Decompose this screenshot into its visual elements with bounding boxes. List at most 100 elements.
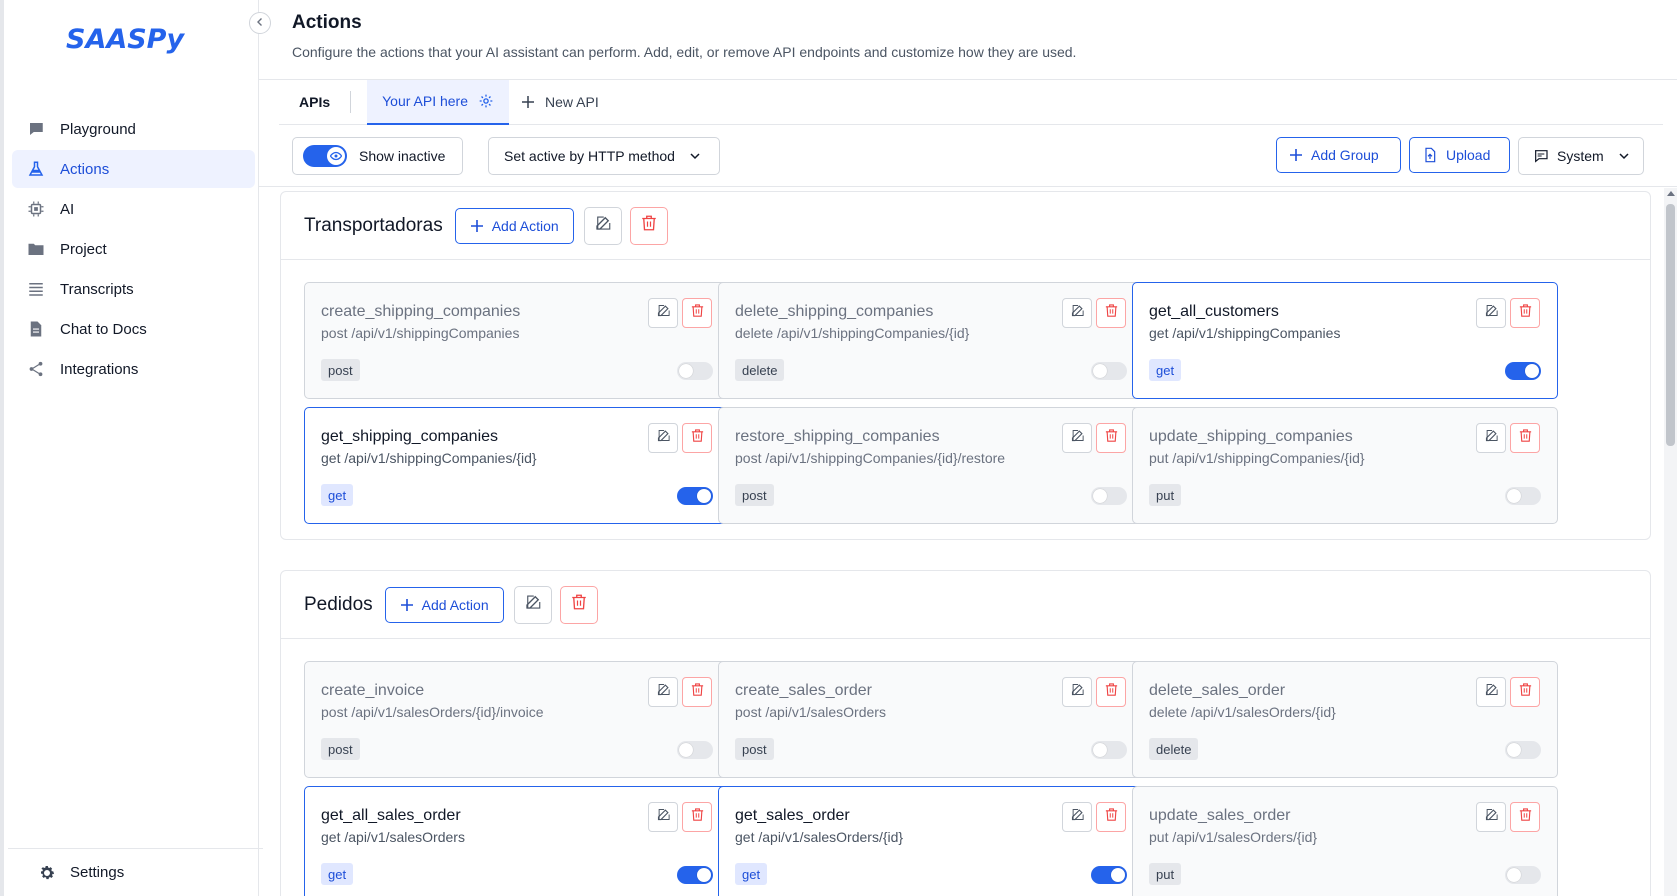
delete-action-button[interactable] [682, 802, 712, 832]
add-group-button[interactable]: Add Group [1276, 137, 1401, 173]
action-card[interactable]: get_shipping_companies get /api/v1/shipp… [304, 407, 730, 524]
delete-action-button[interactable] [1096, 298, 1126, 328]
http-method-badge: get [1149, 359, 1182, 381]
sidebar-item-project[interactable]: Project [12, 230, 255, 268]
delete-group-button[interactable] [629, 206, 668, 245]
http-method-badge: get [321, 863, 354, 885]
sidebar-item-transcripts[interactable]: Transcripts [12, 270, 255, 308]
add-action-button[interactable]: Add Action [384, 586, 504, 623]
action-active-toggle[interactable] [1505, 487, 1541, 505]
sidebar-item-integrations[interactable]: Integrations [12, 350, 255, 388]
list-icon [26, 279, 46, 299]
delete-action-button[interactable] [1096, 802, 1126, 832]
sidebar-item-actions[interactable]: Actions [12, 150, 255, 188]
trash-icon [640, 214, 658, 237]
scrollbar[interactable] [1664, 188, 1677, 896]
action-card[interactable]: restore_shipping_companies post /api/v1/… [718, 407, 1144, 524]
pencil-icon [1484, 303, 1499, 323]
tab-your-api[interactable]: Your API here [367, 79, 510, 125]
delete-action-button[interactable] [1510, 298, 1540, 328]
action-active-toggle[interactable] [677, 866, 713, 884]
edit-action-button[interactable] [648, 298, 678, 328]
set-active-dropdown[interactable]: Set active by HTTP method [488, 137, 720, 175]
edit-group-button[interactable] [513, 585, 552, 624]
toggle-knob [1525, 364, 1539, 378]
delete-group-button[interactable] [559, 585, 598, 624]
file-upload-icon [1422, 147, 1438, 163]
sidebar-item-chat-to-docs[interactable]: Chat to Docs [12, 310, 255, 348]
action-card[interactable]: delete_sales_order delete /api/v1/salesO… [1132, 661, 1558, 778]
edit-action-button[interactable] [1062, 677, 1092, 707]
action-active-toggle[interactable] [677, 741, 713, 759]
edit-action-button[interactable] [648, 677, 678, 707]
action-active-toggle[interactable] [1505, 362, 1541, 380]
action-card[interactable]: get_sales_order get /api/v1/salesOrders/… [718, 786, 1144, 896]
edit-action-button[interactable] [1062, 802, 1092, 832]
action-active-toggle[interactable] [677, 362, 713, 380]
toggle-knob [697, 868, 711, 882]
delete-action-button[interactable] [1510, 802, 1540, 832]
gear-icon[interactable] [478, 93, 494, 109]
group-title: Transportadoras [304, 214, 443, 236]
action-card[interactable]: update_sales_order put /api/v1/salesOrde… [1132, 786, 1558, 896]
action-endpoint: post /api/v1/shippingCompanies [321, 325, 520, 341]
action-card[interactable]: create_shipping_companies post /api/v1/s… [304, 282, 730, 399]
trash-icon [1104, 682, 1119, 702]
action-active-toggle[interactable] [1091, 866, 1127, 884]
edit-action-button[interactable] [1476, 423, 1506, 453]
trash-icon [1104, 807, 1119, 827]
edit-action-button[interactable] [1476, 802, 1506, 832]
edit-action-button[interactable] [1062, 298, 1092, 328]
action-endpoint: post /api/v1/salesOrders [735, 704, 886, 720]
saaspy-logo[interactable]: SAASPy [62, 18, 212, 62]
delete-action-button[interactable] [1510, 423, 1540, 453]
plus-icon [1289, 148, 1303, 162]
delete-action-button[interactable] [682, 423, 712, 453]
new-api-tab[interactable]: New API [521, 94, 599, 110]
sidebar-item-ai[interactable]: AI [12, 190, 255, 228]
delete-action-button[interactable] [682, 298, 712, 328]
action-card[interactable]: update_shipping_companies put /api/v1/sh… [1132, 407, 1558, 524]
action-active-toggle[interactable] [677, 487, 713, 505]
delete-action-button[interactable] [1510, 677, 1540, 707]
http-method-badge: get [735, 863, 768, 885]
action-card[interactable]: create_sales_order post /api/v1/salesOrd… [718, 661, 1144, 778]
delete-action-button[interactable] [682, 677, 712, 707]
toggle-switch[interactable] [303, 145, 347, 167]
action-active-toggle[interactable] [1091, 741, 1127, 759]
collapse-sidebar-button[interactable] [249, 12, 271, 34]
edit-action-button[interactable] [648, 802, 678, 832]
action-active-toggle[interactable] [1505, 866, 1541, 884]
action-endpoint: delete /api/v1/salesOrders/{id} [1149, 704, 1336, 720]
delete-action-button[interactable] [1096, 677, 1126, 707]
upload-button[interactable]: Upload [1409, 137, 1510, 173]
delete-action-button[interactable] [1096, 423, 1126, 453]
add-action-button[interactable]: Add Action [454, 207, 574, 244]
settings-link[interactable]: Settings [8, 848, 263, 896]
groups-container: Transportadoras Add Action create_shippi… [259, 188, 1663, 896]
action-card[interactable]: create_invoice post /api/v1/salesOrders/… [304, 661, 730, 778]
show-inactive-toggle[interactable]: Show inactive [292, 137, 463, 175]
group-title: Pedidos [304, 593, 373, 615]
settings-label: Settings [70, 864, 125, 881]
action-active-toggle[interactable] [1091, 487, 1127, 505]
edit-action-button[interactable] [1476, 298, 1506, 328]
system-dropdown[interactable]: System [1518, 137, 1644, 175]
action-card[interactable]: delete_shipping_companies delete /api/v1… [718, 282, 1144, 399]
edit-action-button[interactable] [1062, 423, 1092, 453]
scroll-thumb[interactable] [1666, 204, 1675, 446]
edit-action-button[interactable] [1476, 677, 1506, 707]
action-active-toggle[interactable] [1091, 362, 1127, 380]
sidebar: SAASPy Playground Actions AI Project Tra… [0, 0, 263, 896]
sidebar-item-playground[interactable]: Playground [12, 110, 255, 148]
flask-icon [26, 159, 46, 179]
edit-group-button[interactable] [583, 206, 622, 245]
action-card[interactable]: get_all_sales_order get /api/v1/salesOrd… [304, 786, 730, 896]
edit-action-button[interactable] [648, 423, 678, 453]
action-card[interactable]: get_all_customers get /api/v1/shippingCo… [1132, 282, 1558, 399]
page-description: Configure the actions that your AI assis… [292, 44, 1077, 60]
scroll-up-arrow[interactable] [1667, 191, 1675, 196]
pencil-icon [1070, 682, 1085, 702]
gear-icon [38, 864, 56, 882]
action-active-toggle[interactable] [1505, 741, 1541, 759]
